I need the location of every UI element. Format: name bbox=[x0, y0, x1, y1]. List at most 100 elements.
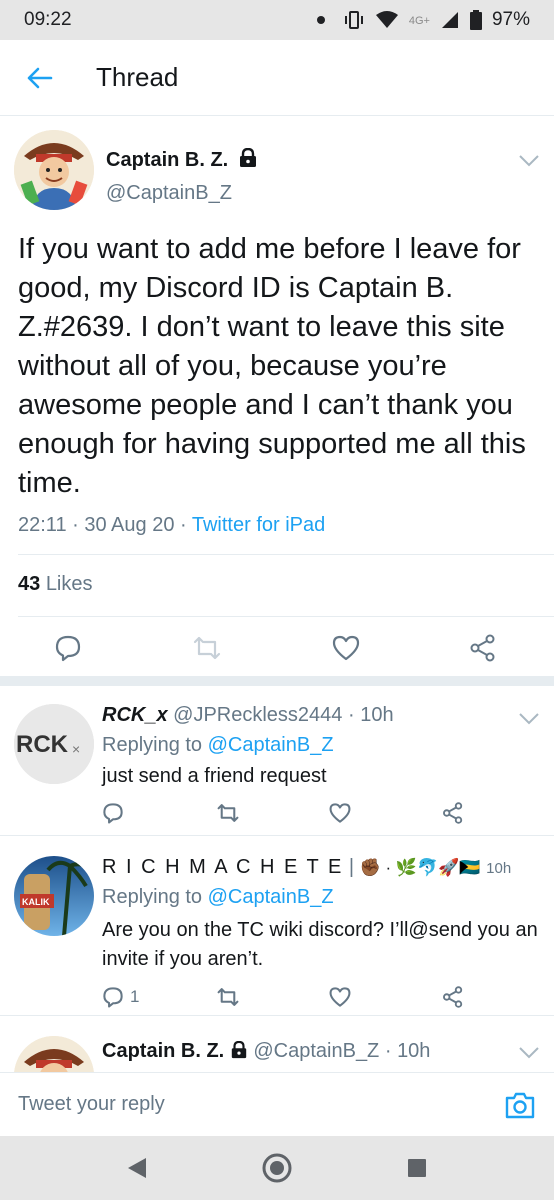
reply-text: Are you on the TC wiki discord? I’ll@sen… bbox=[102, 919, 538, 970]
tweet-source[interactable]: Twitter for iPad bbox=[192, 514, 325, 536]
status-time: 09:22 bbox=[24, 9, 72, 30]
signal-icon bbox=[441, 12, 458, 28]
avatar[interactable]: RCK × bbox=[14, 704, 94, 784]
back-button[interactable] bbox=[0, 40, 78, 116]
like-icon bbox=[329, 987, 351, 1007]
screen: 09:22 4G+ 97% Thread Captain B. Z. @Capt… bbox=[0, 0, 554, 1200]
notification-dot-icon bbox=[316, 16, 325, 24]
wifi-icon bbox=[375, 11, 398, 28]
main-tweet: Captain B. Z. @CaptainB_Z If you want to… bbox=[0, 116, 554, 676]
reply-icon bbox=[103, 803, 123, 824]
share-icon bbox=[443, 802, 463, 824]
author-handle[interactable]: @CaptainB_Z bbox=[106, 182, 232, 205]
reply-tweet[interactable]: KALIK R I C H M A C H E T E | ✊🏾 · 🌿🐬🚀🇧🇸… bbox=[0, 836, 554, 1016]
reply-author-handle[interactable]: @JPReckless2444 bbox=[173, 704, 342, 726]
like-icon bbox=[329, 803, 351, 823]
nav-back-icon[interactable] bbox=[126, 1156, 148, 1180]
lock-icon bbox=[231, 1040, 246, 1059]
likes-label: Likes bbox=[45, 573, 93, 595]
page-title: Thread bbox=[96, 62, 179, 92]
reply-button[interactable] bbox=[54, 634, 82, 662]
reply-author-name[interactable]: R I C H M A C H E T E bbox=[102, 856, 343, 878]
camera-icon[interactable] bbox=[504, 1089, 536, 1121]
chevron-down-icon[interactable] bbox=[518, 712, 540, 726]
reply-text: just send a friend request bbox=[102, 765, 327, 787]
section-separator bbox=[0, 676, 554, 686]
avatar-image-icon bbox=[14, 1036, 94, 1072]
top-bar: Thread bbox=[0, 40, 554, 116]
share-button[interactable] bbox=[469, 634, 497, 662]
back-arrow-icon bbox=[27, 67, 53, 88]
reply-header: Captain B. Z. @CaptainB_Z · 10h bbox=[102, 1040, 431, 1062]
reply-tweet[interactable]: RCK × RCK_x @JPReckless2444 · 10h Replyi… bbox=[0, 686, 554, 836]
reply-composer[interactable]: Tweet your reply bbox=[0, 1072, 554, 1136]
avatar[interactable] bbox=[14, 1036, 94, 1072]
avatar-image-icon bbox=[14, 130, 94, 210]
replying-label: Replying to bbox=[102, 886, 203, 908]
author-name[interactable]: Captain B. Z. bbox=[106, 147, 258, 172]
like-icon bbox=[332, 635, 360, 661]
tweet-text: If you want to add me before I leave for… bbox=[18, 233, 526, 499]
retweet-button[interactable] bbox=[192, 634, 222, 662]
tweet-time: 22:11 bbox=[18, 514, 67, 536]
avatar[interactable] bbox=[14, 130, 94, 210]
replying-to: Replying to @CaptainB_Z bbox=[102, 734, 334, 757]
reply-button[interactable] bbox=[102, 802, 124, 824]
replying-to: Replying to @CaptainB_Z bbox=[102, 886, 334, 909]
reply-age: 10h bbox=[486, 860, 512, 877]
battery-icon bbox=[469, 10, 482, 30]
retweet-button[interactable] bbox=[216, 802, 240, 824]
retweet-icon bbox=[193, 636, 221, 660]
retweet-button[interactable] bbox=[216, 986, 240, 1008]
reply-age: 10h bbox=[360, 704, 394, 726]
nav-home-icon[interactable] bbox=[261, 1152, 293, 1184]
reply-input-placeholder[interactable]: Tweet your reply bbox=[18, 1093, 165, 1116]
like-button[interactable] bbox=[328, 802, 352, 824]
reply-header: RCK_x @JPReckless2444 · 10h bbox=[102, 704, 394, 726]
divider bbox=[18, 616, 554, 617]
replying-mention[interactable]: @CaptainB_Z bbox=[208, 734, 334, 756]
status-icons: 4G+ 97% bbox=[316, 9, 530, 31]
avatar[interactable]: KALIK bbox=[14, 856, 94, 936]
system-nav-bar bbox=[0, 1136, 554, 1200]
likes-count[interactable]: 43 Likes bbox=[18, 573, 93, 596]
reply-age: 10h bbox=[397, 1040, 431, 1062]
share-icon bbox=[470, 634, 495, 662]
chevron-down-icon[interactable] bbox=[518, 1046, 540, 1060]
status-bar: 09:22 4G+ 97% bbox=[0, 0, 554, 40]
avatar-image-icon: KALIK bbox=[14, 856, 94, 936]
replying-label: Replying to bbox=[102, 734, 203, 756]
reply-header: R I C H M A C H E T E | ✊🏾 · 🌿🐬🚀🇧🇸 10h bbox=[102, 856, 512, 878]
reply-author-handle[interactable]: @CaptainB_Z bbox=[253, 1040, 379, 1062]
reply-author-name[interactable]: RCK_x bbox=[102, 704, 168, 726]
retweet-icon bbox=[217, 988, 239, 1006]
tweet-date: 30 Aug 20 bbox=[84, 514, 175, 536]
share-button[interactable] bbox=[442, 802, 464, 824]
reply-tweet[interactable]: Captain B. Z. @CaptainB_Z · 10h bbox=[0, 1016, 554, 1072]
retweet-icon bbox=[217, 804, 239, 822]
likes-number: 43 bbox=[18, 573, 41, 595]
reply-icon bbox=[103, 987, 123, 1008]
tweet-meta: 22:11 · 30 Aug 20 · Twitter for iPad bbox=[18, 514, 326, 536]
like-button[interactable] bbox=[331, 634, 361, 662]
lock-icon bbox=[239, 147, 256, 167]
share-button[interactable] bbox=[442, 986, 464, 1008]
like-button[interactable] bbox=[328, 986, 352, 1008]
replying-mention[interactable]: @CaptainB_Z bbox=[208, 886, 334, 908]
avatar-text: KALIK bbox=[22, 897, 50, 907]
reply-count: 1 bbox=[130, 987, 140, 1006]
share-icon bbox=[443, 986, 463, 1008]
chevron-down-icon[interactable] bbox=[518, 154, 540, 168]
avatar-text-x: × bbox=[72, 741, 80, 757]
divider bbox=[18, 554, 554, 555]
avatar-text: RCK bbox=[16, 731, 69, 758]
vibrate-icon bbox=[344, 11, 363, 29]
avatar-image-icon: RCK × bbox=[14, 704, 94, 784]
reply-author-name[interactable]: Captain B. Z. bbox=[102, 1040, 224, 1062]
network-type: 4G+ bbox=[408, 15, 430, 27]
nav-recents-icon[interactable] bbox=[406, 1157, 428, 1179]
reply-icon bbox=[55, 635, 81, 662]
reply-button[interactable]: 1 bbox=[102, 986, 139, 1008]
battery-percent: 97% bbox=[491, 9, 530, 30]
emoji-string-icon: ✊🏾 · 🌿🐬🚀🇧🇸 bbox=[359, 858, 481, 877]
